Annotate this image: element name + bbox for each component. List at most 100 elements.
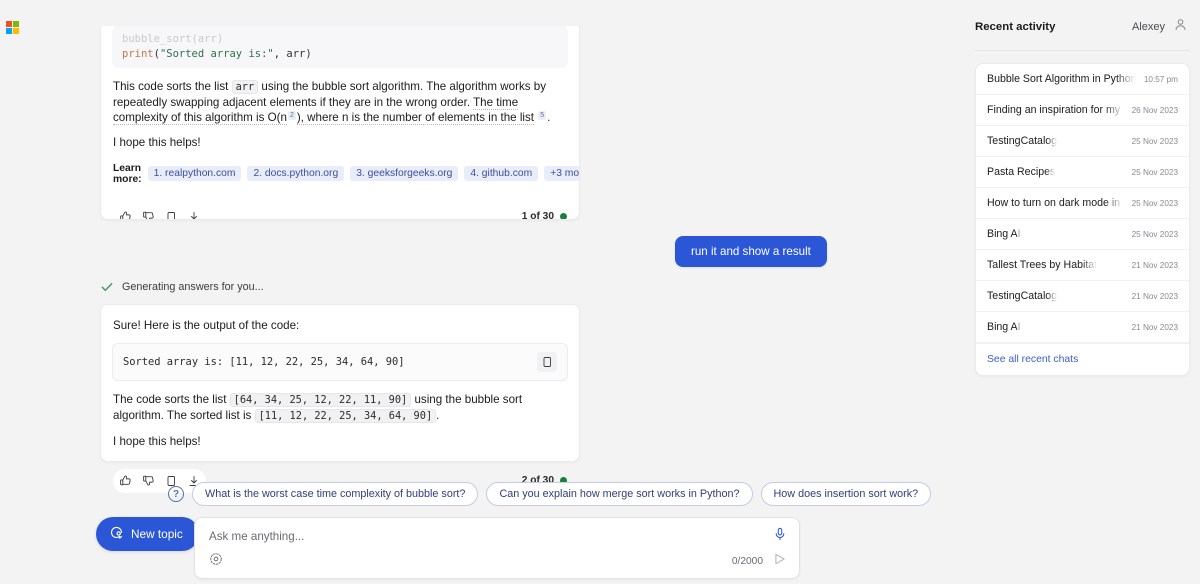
- character-counter: 0/2000: [732, 556, 763, 567]
- source-chip-4[interactable]: 4. github.com: [464, 166, 538, 181]
- copy-icon[interactable]: [537, 352, 557, 372]
- answer-1-paragraph-2: I hope this helps!: [113, 135, 567, 150]
- answer-1-footer: 1 of 30: [113, 197, 567, 220]
- list-item[interactable]: Finding an inspiration for my next man 2…: [976, 95, 1189, 126]
- chat-time: 10:57 pm: [1144, 75, 1178, 84]
- user-message-bubble: run it and show a result: [675, 236, 827, 267]
- answer-2-intro: Sure! Here is the output of the code:: [113, 318, 567, 333]
- output-code-text: Sorted array is: [11, 12, 22, 25, 34, 64…: [123, 356, 405, 368]
- answer-1-action-group: [113, 205, 206, 220]
- thumbs-down-icon[interactable]: [138, 471, 158, 491]
- inline-code-arr: arr: [232, 80, 259, 94]
- chat-title: Bing AI: [987, 321, 1021, 333]
- answer-1-paragraph-1: This code sorts the list arr using the b…: [113, 79, 567, 126]
- citation-badge-5[interactable]: 5: [538, 111, 546, 120]
- answer-2-paragraph-1: The code sorts the list [64, 34, 25, 12,…: [113, 392, 567, 424]
- code-line-print: print("Sorted array is:", arr): [122, 47, 558, 62]
- source-chip-2[interactable]: 2. docs.python.org: [247, 166, 344, 181]
- chat-time: 25 Nov 2023: [1132, 137, 1178, 146]
- inline-code-sorted: [11, 12, 22, 25, 34, 64, 90]: [255, 409, 437, 423]
- composer-input-row: Ask me anything...: [195, 518, 799, 546]
- chat-time: 25 Nov 2023: [1132, 230, 1178, 239]
- code-block-1: bubble_sort(arr) print("Sorted array is:…: [112, 26, 568, 68]
- list-item[interactable]: TestingCatalog 21 Nov 2023: [976, 281, 1189, 312]
- answer-2-text-c: .: [436, 409, 439, 422]
- see-all-recent-chats-link[interactable]: See all recent chats: [976, 343, 1189, 375]
- composer-bottom-row: 0/2000: [195, 546, 799, 571]
- username-label: Alexey: [1132, 21, 1165, 33]
- chat-time: 26 Nov 2023: [1132, 106, 1178, 115]
- code-line-faded: bubble_sort(arr): [122, 32, 558, 47]
- thumbs-down-icon[interactable]: [138, 207, 158, 220]
- new-topic-label: New topic: [131, 527, 183, 541]
- source-chip-3[interactable]: 3. geeksforgeeks.org: [350, 166, 458, 181]
- logo-square-green: [13, 21, 19, 27]
- answer-1-page-indicator: 1 of 30: [522, 211, 567, 220]
- generating-status: Generating answers for you...: [100, 280, 264, 294]
- user-profile[interactable]: Alexey: [1132, 17, 1188, 37]
- microsoft-logo-icon[interactable]: [6, 21, 19, 34]
- message-input[interactable]: Ask me anything...: [209, 530, 304, 543]
- list-item[interactable]: How to turn on dark mode in Microsoft 25…: [976, 188, 1189, 219]
- list-item[interactable]: TestingCatalog 25 Nov 2023: [976, 126, 1189, 157]
- source-chip-more[interactable]: +3 more: [544, 166, 580, 181]
- new-topic-icon: [109, 525, 124, 543]
- composer-right-controls: 0/2000: [732, 552, 787, 571]
- list-item[interactable]: Bing AI 21 Nov 2023: [976, 312, 1189, 343]
- answer-2-paragraph-2: I hope this helps!: [113, 434, 567, 449]
- microphone-icon[interactable]: [773, 527, 787, 546]
- chat-title: Tallest Trees by Habitat: [987, 259, 1097, 271]
- status-dot: [560, 213, 567, 220]
- list-item[interactable]: Tallest Trees by Habitat 21 Nov 2023: [976, 250, 1189, 281]
- chat-time: 25 Nov 2023: [1132, 168, 1178, 177]
- para-text-a: This code sorts the list: [113, 80, 228, 93]
- recent-activity-title: Recent activity: [975, 21, 1055, 33]
- chat-time: 21 Nov 2023: [1132, 261, 1178, 270]
- learn-more-label: Learn more:: [113, 163, 142, 185]
- code-function-name: print: [122, 48, 154, 60]
- new-topic-button[interactable]: New topic: [96, 517, 199, 551]
- chat-title: Bing AI: [987, 228, 1021, 240]
- source-chip-1[interactable]: 1. realpython.com: [148, 166, 242, 181]
- list-item[interactable]: Bubble Sort Algorithm in Python 10:57 pm: [976, 64, 1189, 95]
- sidebar-divider: [975, 50, 1190, 51]
- answer-1-page-text: 1 of 30: [522, 211, 554, 220]
- para-text-e: .: [547, 111, 550, 124]
- learn-more-row: Learn more: 1. realpython.com 2. docs.py…: [113, 163, 567, 185]
- output-code-block: Sorted array is: [11, 12, 22, 25, 34, 64…: [112, 343, 568, 381]
- list-item[interactable]: Pasta Recipes 25 Nov 2023: [976, 157, 1189, 188]
- person-icon[interactable]: [1173, 17, 1188, 37]
- conversation-column: bubble_sort(arr) print("Sorted array is:…: [100, 0, 800, 470]
- chat-title: Bubble Sort Algorithm in Python: [987, 73, 1136, 85]
- send-icon[interactable]: [773, 552, 787, 571]
- suggestion-chips-row: ? What is the worst case time complexity…: [168, 482, 931, 506]
- suggestion-chip-2[interactable]: Can you explain how merge sort works in …: [486, 482, 752, 506]
- code-string-literal: "Sorted array is:": [160, 48, 274, 60]
- suggestion-chip-1[interactable]: What is the worst case time complexity o…: [192, 482, 478, 506]
- image-upload-icon[interactable]: [209, 552, 223, 571]
- check-icon: [100, 280, 114, 294]
- chat-time: 25 Nov 2023: [1132, 199, 1178, 208]
- assistant-message-1: bubble_sort(arr) print("Sorted array is:…: [100, 26, 580, 220]
- thumbs-up-icon[interactable]: [115, 471, 135, 491]
- chat-title: How to turn on dark mode in Microsoft: [987, 197, 1124, 209]
- recent-activity-list: Bubble Sort Algorithm in Python 10:57 pm…: [975, 63, 1190, 376]
- chat-time: 21 Nov 2023: [1132, 292, 1178, 301]
- para-text-d: ), where n is the number of elements in …: [297, 111, 534, 125]
- message-composer[interactable]: Ask me anything... 0/2000: [194, 517, 800, 579]
- recent-activity-sidebar: Recent activity Alexey Bubble Sort Algor…: [965, 0, 1200, 584]
- answer-2-text-a: The code sorts the list: [113, 393, 226, 406]
- logo-square-blue: [6, 28, 12, 34]
- inline-code-unsorted: [64, 34, 25, 12, 22, 11, 90]: [230, 393, 412, 407]
- thumbs-up-icon[interactable]: [115, 207, 135, 220]
- chat-application: bubble_sort(arr) print("Sorted array is:…: [0, 0, 1200, 584]
- suggestion-chip-3[interactable]: How does insertion sort work?: [761, 482, 932, 506]
- list-item[interactable]: Bing AI 25 Nov 2023: [976, 219, 1189, 250]
- chat-title: Pasta Recipes: [987, 166, 1055, 178]
- generating-status-text: Generating answers for you...: [122, 281, 264, 293]
- citation-badge-2[interactable]: 2: [288, 111, 296, 120]
- logo-square-yellow: [13, 28, 19, 34]
- copy-icon[interactable]: [161, 207, 181, 220]
- chat-title: TestingCatalog: [987, 135, 1057, 147]
- download-icon[interactable]: [184, 207, 204, 220]
